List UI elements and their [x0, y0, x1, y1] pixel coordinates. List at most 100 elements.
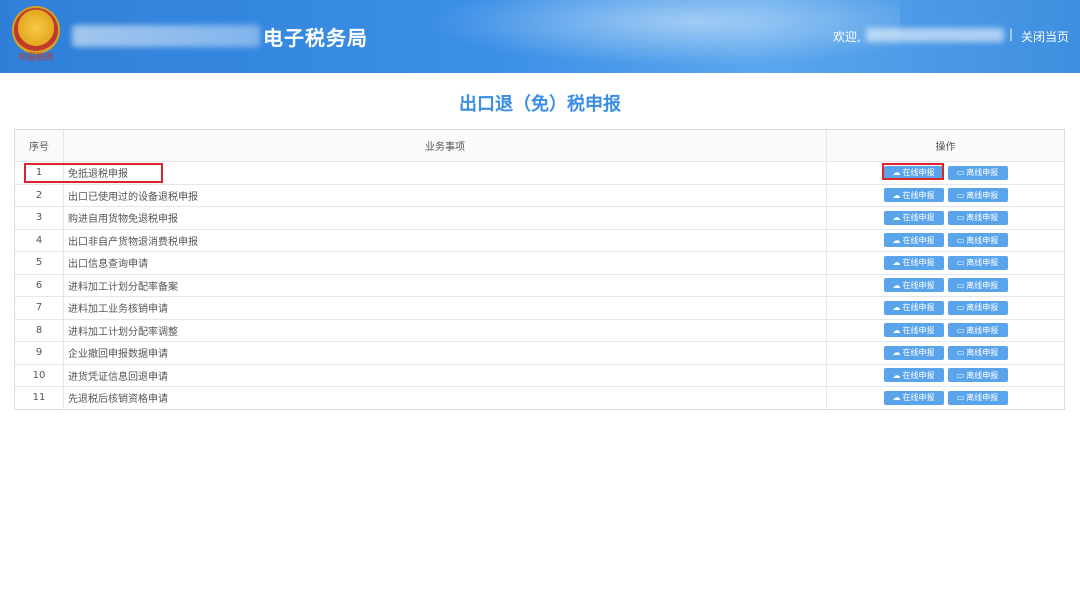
header-item: 业务事项 — [64, 130, 827, 161]
table-row: 7 进料加工业务核销申请 ☁ 在线申报 ▭ 离线申报 — [15, 296, 1064, 319]
table-row: 10 进货凭证信息回退申请 ☁ 在线申报 ▭ 离线申报 — [15, 363, 1064, 387]
row-actions: ☁ 在线申报 ▭ 离线申报 — [827, 275, 1064, 297]
offline-declare-button[interactable]: ▭ 离线申报 — [947, 188, 1008, 203]
row-actions: ☁ 在线申报 ▭ 离线申报 — [827, 207, 1064, 229]
cloud-upload-icon: ☁ — [892, 235, 901, 245]
row-no: 2 — [15, 184, 64, 206]
online-declare-button[interactable]: ☁ 在线申报 — [883, 210, 944, 225]
offline-declare-button[interactable]: ▭ 离线申报 — [947, 300, 1008, 315]
row-no: 10 — [15, 364, 64, 386]
offline-declare-label: 离线申报 — [966, 258, 999, 268]
row-actions: ☁ 在线申报 ▭ 离线申报 — [827, 365, 1064, 387]
row-item: 先退税后核销资格申请 — [64, 387, 827, 409]
row-actions: ☁ 在线申报 ▭ 离线申报 — [827, 320, 1064, 342]
row-actions: ☁ 在线申报 ▭ 离线申报 — [827, 342, 1064, 364]
page-title: 出口退（免）税申报 — [459, 94, 621, 115]
highlight-first-online-button — [882, 163, 944, 180]
blurred-user-name — [866, 28, 1004, 42]
header-op: 操作 — [935, 142, 956, 153]
online-declare-button[interactable]: ☁ 在线申报 — [883, 188, 944, 203]
laptop-icon: ▭ — [956, 258, 965, 268]
row-item: 企业撤回申报数据申请 — [64, 342, 827, 364]
row-actions: ☁ 在线申报 ▭ 离线申报 — [827, 162, 1064, 184]
blurred-bureau-name — [72, 25, 260, 47]
row-no: 8 — [15, 319, 64, 341]
online-declare-button[interactable]: ☁ 在线申报 — [883, 323, 944, 338]
table-row: 5 出口信息查询申请 ☁ 在线申报 ▭ 离线申报 — [15, 251, 1064, 274]
close-page-link[interactable]: 关闭当页 — [1021, 28, 1069, 45]
row-actions: ☁ 在线申报 ▭ 离线申报 — [827, 185, 1064, 207]
offline-declare-button[interactable]: ▭ 离线申报 — [947, 255, 1008, 270]
emblem-caption: 中国税务 — [17, 53, 54, 63]
row-actions: ☁ 在线申报 ▭ 离线申报 — [827, 387, 1064, 409]
laptop-icon: ▭ — [956, 325, 965, 335]
offline-declare-button[interactable]: ▭ 离线申报 — [947, 345, 1008, 360]
offline-declare-button[interactable]: ▭ 离线申报 — [947, 233, 1008, 248]
row-item: 购进自用货物免退税申报 — [64, 207, 827, 229]
offline-declare-label: 离线申报 — [966, 168, 999, 178]
cloud-upload-icon: ☁ — [892, 190, 901, 200]
cloud-upload-icon: ☁ — [892, 280, 901, 290]
row-item: 出口已使用过的设备退税申报 — [64, 184, 827, 206]
cloud-upload-icon: ☁ — [892, 213, 901, 223]
row-item: 出口非自产货物退消费税申报 — [64, 229, 827, 251]
table-row: 3 购进自用货物免退税申报 ☁ 在线申报 ▭ 离线申报 — [15, 206, 1064, 229]
online-declare-label: 在线申报 — [902, 258, 935, 268]
online-declare-label: 在线申报 — [902, 303, 935, 313]
row-no: 5 — [15, 252, 64, 274]
table-row: 6 进料加工计划分配率备案 ☁ 在线申报 ▭ 离线申报 — [15, 273, 1064, 297]
laptop-icon: ▭ — [956, 370, 965, 380]
header-bar: 中国税务 电子税务局 欢迎, | 关闭当页 — [0, 0, 1080, 73]
table-header-row: 序号 业务事项 操作 — [15, 130, 1064, 161]
offline-declare-label: 离线申报 — [966, 235, 999, 245]
offline-declare-button[interactable]: ▭ 离线申报 — [947, 368, 1008, 383]
laptop-icon: ▭ — [956, 213, 965, 223]
row-no: 4 — [15, 229, 64, 251]
header-background-art — [380, 0, 900, 73]
offline-declare-button[interactable]: ▭ 离线申报 — [947, 323, 1008, 338]
online-declare-label: 在线申报 — [902, 325, 935, 335]
online-declare-button[interactable]: ☁ 在线申报 — [883, 390, 944, 405]
offline-declare-label: 离线申报 — [966, 393, 999, 403]
laptop-icon: ▭ — [956, 190, 965, 200]
offline-declare-label: 离线申报 — [966, 325, 999, 335]
online-declare-button[interactable]: ☁ 在线申报 — [883, 255, 944, 270]
offline-declare-label: 离线申报 — [966, 370, 999, 380]
laptop-icon: ▭ — [956, 303, 965, 313]
system-title: 电子税务局 — [263, 26, 368, 50]
online-declare-button[interactable]: ☁ 在线申报 — [883, 300, 944, 315]
online-declare-button[interactable]: ☁ 在线申报 — [883, 345, 944, 360]
laptop-icon: ▭ — [956, 235, 965, 245]
offline-declare-button[interactable]: ▭ 离线申报 — [947, 165, 1008, 180]
row-item: 进料加工计划分配率调整 — [64, 319, 827, 341]
offline-declare-label: 离线申报 — [966, 280, 999, 290]
laptop-icon: ▭ — [956, 168, 965, 178]
online-declare-label: 在线申报 — [902, 235, 935, 245]
cloud-upload-icon: ☁ — [892, 393, 901, 403]
table-row: 4 出口非自产货物退消费税申报 ☁ 在线申报 ▭ 离线申报 — [15, 228, 1064, 252]
online-declare-label: 在线申报 — [902, 213, 935, 223]
cloud-upload-icon: ☁ — [892, 370, 901, 380]
welcome-text: 欢迎, — [833, 30, 861, 44]
cloud-upload-icon: ☁ — [892, 303, 901, 313]
offline-declare-button[interactable]: ▭ 离线申报 — [947, 390, 1008, 405]
row-no: 3 — [15, 207, 64, 229]
row-actions: ☁ 在线申报 ▭ 离线申报 — [827, 230, 1064, 252]
online-declare-button[interactable]: ☁ 在线申报 — [883, 368, 944, 383]
online-declare-label: 在线申报 — [902, 393, 935, 403]
header-no: 序号 — [15, 130, 64, 161]
cloud-upload-icon: ☁ — [892, 325, 901, 335]
online-declare-label: 在线申报 — [902, 280, 935, 290]
offline-declare-button[interactable]: ▭ 离线申报 — [947, 278, 1008, 293]
offline-declare-label: 离线申报 — [966, 190, 999, 200]
table-row: 11 先退税后核销资格申请 ☁ 在线申报 ▭ 离线申报 — [15, 386, 1064, 409]
row-no: 6 — [15, 274, 64, 296]
offline-declare-label: 离线申报 — [966, 348, 999, 358]
online-declare-button[interactable]: ☁ 在线申报 — [883, 233, 944, 248]
online-declare-button[interactable]: ☁ 在线申报 — [883, 278, 944, 293]
row-no: 7 — [15, 297, 64, 319]
highlight-first-item — [24, 163, 163, 183]
offline-declare-button[interactable]: ▭ 离线申报 — [947, 210, 1008, 225]
cloud-upload-icon: ☁ — [892, 348, 901, 358]
row-item: 进料加工计划分配率备案 — [64, 274, 827, 296]
